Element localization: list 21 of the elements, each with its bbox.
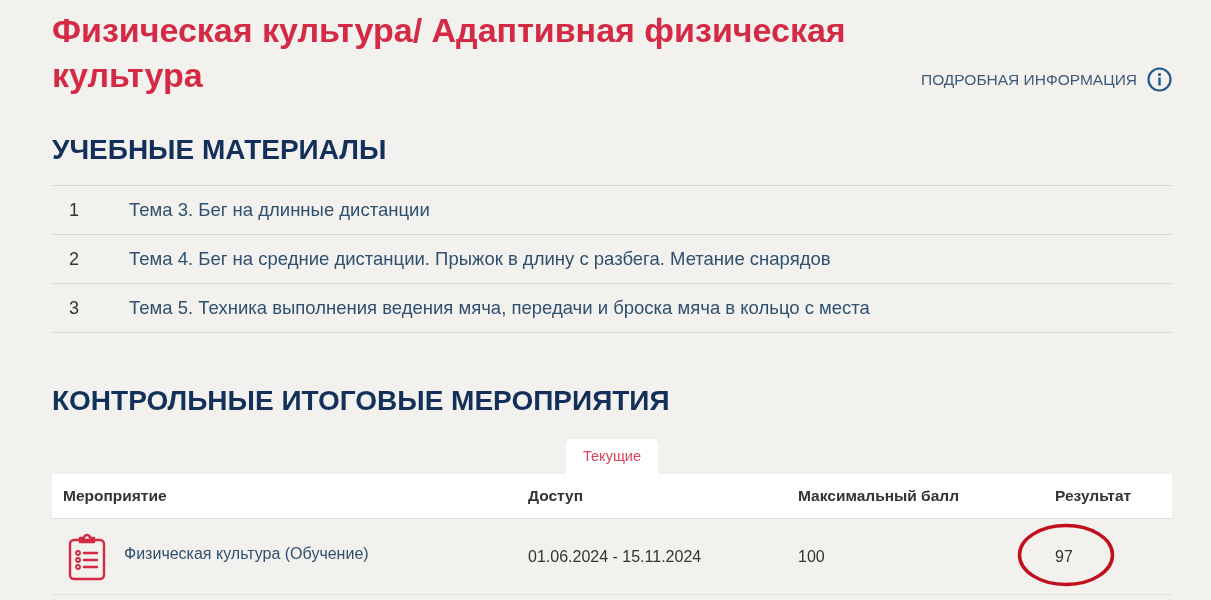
section-heading: УЧЕБНЫЕ МАТЕРИАЛЫ [52, 133, 388, 167]
max-score: 100 [798, 547, 825, 565]
clipboard-icon [68, 532, 106, 581]
info-icon [1147, 67, 1172, 92]
access-dates: 01.06.2024 - 15.11.2024 [528, 547, 702, 565]
column-header: Максимальный балл [798, 487, 959, 504]
item-number: 3 [68, 296, 80, 320]
material-link[interactable]: Тема 5. Техника выполнения ведения мяча, передачи и броска мяча в кольцо с места [129, 294, 870, 322]
material-link[interactable]: Тема 4. Бег на средние дистанции. Прыжок в длину с разбега. Метание снарядов [129, 245, 831, 273]
material-link[interactable]: Тема 3. Бег на длинные дистанции [129, 196, 430, 224]
more-info-link[interactable]: ПОДРОБНАЯ ИНФОРМАЦИЯ [921, 67, 1172, 92]
section-heading: КОНТРОЛЬНЫЕ ИТОГОВЫЕ МЕРОПРИЯТИЯ [52, 384, 671, 418]
result-score: 97 [1055, 547, 1073, 565]
column-header: Результат [1055, 487, 1132, 504]
column-header: Мероприятие [63, 487, 167, 504]
tab[interactable]: Текущие [566, 439, 658, 474]
column-header: Доступ [528, 487, 584, 504]
item-number: 2 [68, 247, 80, 271]
item-number: 1 [68, 198, 80, 222]
course-title: Физическая культура/ Адаптивная физическая культура [52, 10, 847, 96]
event-link[interactable]: Физическая культура (Обучение) [124, 541, 369, 566]
